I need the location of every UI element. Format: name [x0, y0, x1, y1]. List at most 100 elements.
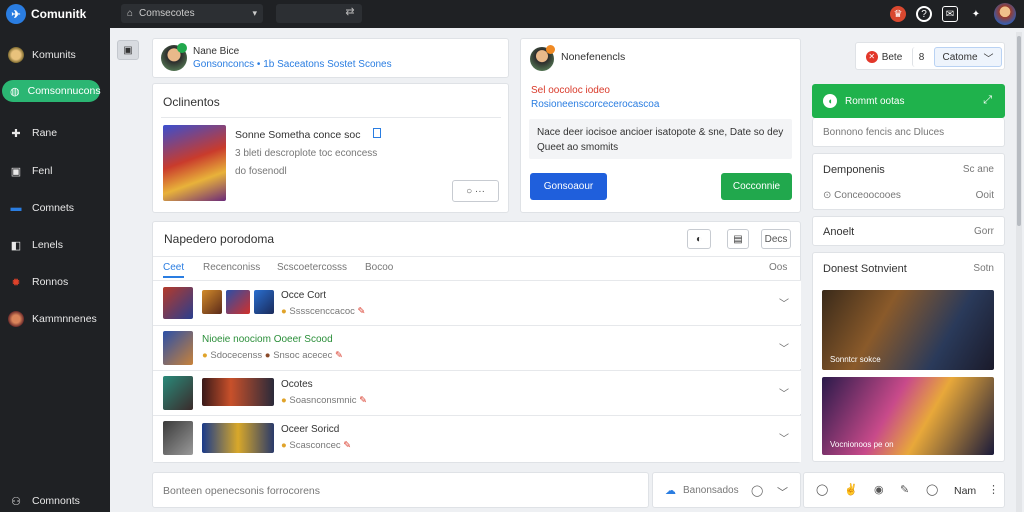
sidebar-item-fenl[interactable]: ▣ Fenl [6, 160, 104, 182]
tab-scscoetercosss[interactable]: Scscoetercosss [277, 262, 347, 273]
row-meta-text: Sssscenccacoc [289, 306, 355, 317]
widget-title: Demponenis [823, 164, 885, 176]
collapse-sidebar-button[interactable]: ▣ [117, 40, 139, 60]
comment-icon[interactable]: ◯ [816, 483, 828, 496]
tab-ceet[interactable]: Ceet [163, 262, 185, 278]
coin-icon: ● [202, 350, 208, 361]
primary-button[interactable]: Gonsoaour [530, 173, 607, 200]
sidebar-item-label: Lenels [32, 239, 63, 251]
featured-image-1[interactable]: Sonntcr sokce [822, 290, 994, 370]
chat-bubble-icon[interactable]: ✉ [942, 6, 958, 22]
calendar-icon[interactable]: ▤ [727, 229, 749, 249]
quote-icon[interactable]: ✌ [844, 483, 858, 496]
about-widget[interactable]: Anoelt Gorr [812, 216, 1005, 246]
post-title[interactable]: Sonne Sometha conce soc [235, 129, 361, 141]
badge-icon [373, 128, 381, 138]
expand-icon[interactable]: ⇄ [340, 5, 360, 23]
user-icon: ● [264, 350, 271, 361]
chevron-down-icon[interactable]: ﹀ [777, 484, 788, 500]
banner-hint: Bonnono fencis anc Dluces [812, 118, 1005, 147]
more-options-button[interactable]: ○ ··· [452, 180, 499, 202]
chevron-down-icon[interactable]: ﹀ [779, 340, 789, 355]
sidebar-item-label: Comnonts [32, 495, 80, 507]
profile-subtitle[interactable]: Gonsonconcs • 1b Saceatons Sostet Scones [193, 59, 392, 70]
featured-meta[interactable]: Sotn [973, 263, 994, 274]
scrollbar-thumb[interactable] [1017, 36, 1021, 226]
chat-icon[interactable]: ◯ [751, 484, 763, 497]
featured-image-2[interactable]: Vocnionoos pe on [822, 377, 994, 455]
reply-icon[interactable]: ◯ [926, 483, 938, 496]
brand-logo-icon: ✈ [6, 4, 26, 24]
community-selector-label: Comsecotes [139, 8, 195, 19]
sidebar-item-comnets[interactable]: ▬ Comnets [6, 197, 104, 219]
expand-icon[interactable]: ⤢ [983, 94, 992, 107]
list-item[interactable]: Oceer Soricd ● Scasconcec ✎ ﹀ [153, 415, 801, 462]
widget-meta[interactable]: Sc ane [963, 164, 994, 175]
community-selector[interactable]: ⌂ Comsecotes ▾ [121, 4, 263, 23]
notification-card: Nonefenencls Sel oocoloc iodeo Rosioneen… [520, 38, 801, 213]
star-icon[interactable]: ✦ [968, 6, 984, 22]
sidebar-item-comnonts[interactable]: ⚇ Comnonts [6, 490, 104, 512]
chat-icon: ▬ [10, 202, 22, 214]
row-thumbnail [163, 331, 193, 365]
coin-icon: ● [281, 306, 287, 317]
list-item[interactable]: Occe Cort ● Sssscenccacoc ✎ ﹀ [153, 280, 801, 324]
row-meta-text: Scasconcec [289, 440, 341, 451]
list-item[interactable]: Ocotes ● Soasnconsmnic ✎ ﹀ [153, 370, 801, 414]
composer-mid-label[interactable]: Banonsados [683, 485, 739, 496]
name-label[interactable]: Nam [954, 485, 976, 497]
secondary-button[interactable]: Cocconnie [721, 173, 792, 200]
edit-icon[interactable]: ✎ [900, 483, 909, 496]
post-heading: Oclinentos [163, 95, 220, 109]
lightbulb-icon[interactable]: ◐ [687, 229, 711, 249]
sidebar-item-rane[interactable]: ✚ Rane [6, 122, 104, 144]
row-media-1 [202, 423, 274, 453]
close-icon: ✕ [865, 51, 878, 63]
tab-bocoo[interactable]: Bocoo [365, 262, 393, 273]
person-icon [8, 311, 24, 327]
sidebar-item-lenels[interactable]: ◧ Lenels [6, 234, 104, 256]
divider [161, 117, 501, 118]
post-footer: do fosenodl [235, 166, 287, 177]
composer-placeholder: Bonteen openecsonis forrocorens [163, 485, 321, 497]
comment-composer[interactable]: Bonteen openecsonis forrocorens [152, 472, 649, 508]
list-item[interactable]: Nioeie noociom Ooeer Scood ● Sdocecenss … [153, 325, 801, 369]
scrollbar[interactable] [1016, 32, 1022, 512]
user-avatar[interactable] [994, 3, 1016, 25]
check-icon: ◖ [823, 94, 837, 108]
hint-text: Bonnono fencis anc Dluces [823, 127, 945, 138]
attach-icon[interactable]: ☁ [665, 484, 676, 497]
view-all-link[interactable]: Oos [769, 262, 787, 273]
sidebar-item-label: Kammnnenes [32, 313, 97, 325]
sidebar-item-ronnos[interactable]: ✹ Ronnos [6, 271, 104, 293]
more-icon[interactable]: ⋮ [988, 483, 999, 496]
chevron-down-icon[interactable]: ﹀ [779, 295, 789, 310]
row-meta: ● Soasnconsmnic ✎ [281, 395, 367, 406]
row-meta: ● Sdocecenss ● Snsoc acecec ✎ [202, 350, 343, 361]
row-meta-text: Sdocecenss [210, 350, 263, 361]
sidebar-item-komunits[interactable]: Komunits [6, 44, 104, 66]
brand[interactable]: ✈ Comunitk [6, 4, 86, 24]
help-icon[interactable]: ? [916, 6, 932, 22]
filter-button[interactable]: Decs [761, 229, 791, 249]
link-icon[interactable]: 8 [912, 47, 930, 67]
green-banner[interactable]: ◖ Rommt ootas ⤢ [812, 84, 1005, 118]
row-thumbnail [163, 376, 193, 410]
post-thumbnail[interactable] [163, 125, 226, 201]
catome-dropdown[interactable]: Catome ﹀ [934, 47, 1002, 67]
sidebar-item-comsonnucons[interactable]: ◍ Comsonnucons [2, 80, 101, 102]
tab-recenconiss[interactable]: Recenconiss [203, 262, 260, 273]
notification-icon[interactable]: ◉ [874, 483, 884, 496]
chevron-down-icon[interactable]: ﹀ [779, 430, 789, 445]
home-icon: ⌂ [127, 8, 134, 19]
sidebar-item-kammnnenes[interactable]: Kammnnenes [6, 308, 104, 330]
delete-button[interactable]: ✕ Bete [860, 47, 908, 67]
flame-icon[interactable]: ♛ [890, 6, 906, 22]
chevron-down-icon[interactable]: ﹀ [779, 385, 789, 400]
online-badge [177, 43, 187, 53]
comments-widget: Demponenis Sc ane ⊙ Conceoocooes Ooit [812, 153, 1005, 210]
about-meta[interactable]: Gorr [974, 226, 994, 237]
notification-line2[interactable]: Rosioneenscorcecerocascoa [531, 99, 659, 110]
notification-line1: Sel oocoloc iodeo [531, 85, 610, 96]
tag-icon: ✎ [343, 440, 352, 451]
